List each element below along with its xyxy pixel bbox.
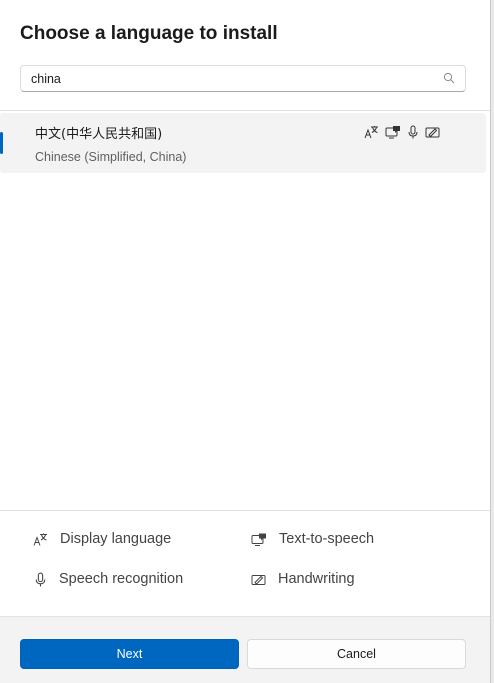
text-to-speech-icon [385, 126, 400, 139]
display-language-icon [364, 126, 378, 139]
search-icon[interactable] [443, 72, 455, 84]
language-native-name: 中文(中华人民共和国) [35, 127, 163, 142]
speech-recognition-icon [35, 572, 46, 586]
language-feature-icons [364, 125, 440, 139]
feature-legend: Display language Text-to-speech Speech r… [0, 510, 490, 616]
window-edge [490, 0, 494, 683]
legend-text-to-speech-label: Text-to-speech [279, 531, 375, 547]
dialog-footer: Next Cancel [0, 616, 490, 683]
legend-handwriting: Handwriting [251, 571, 355, 587]
text-to-speech-icon [251, 533, 266, 546]
install-language-dialog: Choose a language to install 中文(中华人民共和国)… [0, 0, 490, 683]
cancel-button[interactable]: Cancel [247, 639, 466, 669]
legend-handwriting-label: Handwriting [278, 571, 355, 587]
selection-indicator [0, 132, 3, 154]
next-button[interactable]: Next [20, 639, 239, 669]
language-list-item[interactable]: 中文(中华人民共和国) Chinese (Simplified, China) [0, 113, 486, 173]
search-box[interactable] [20, 65, 466, 92]
search-input[interactable] [31, 66, 431, 91]
legend-speech-recognition-label: Speech recognition [59, 571, 184, 587]
legend-speech-recognition: Speech recognition [34, 571, 183, 587]
speech-recognition-icon [408, 125, 418, 139]
legend-display-language: Display language [33, 531, 171, 547]
language-english-name: Chinese (Simplified, China) [35, 150, 187, 164]
handwriting-icon [425, 127, 440, 138]
display-language-icon [33, 533, 47, 546]
dialog-title: Choose a language to install [20, 23, 278, 44]
legend-display-language-label: Display language [60, 531, 172, 547]
list-divider [0, 110, 490, 111]
legend-text-to-speech: Text-to-speech [251, 531, 374, 547]
handwriting-icon [251, 574, 266, 585]
